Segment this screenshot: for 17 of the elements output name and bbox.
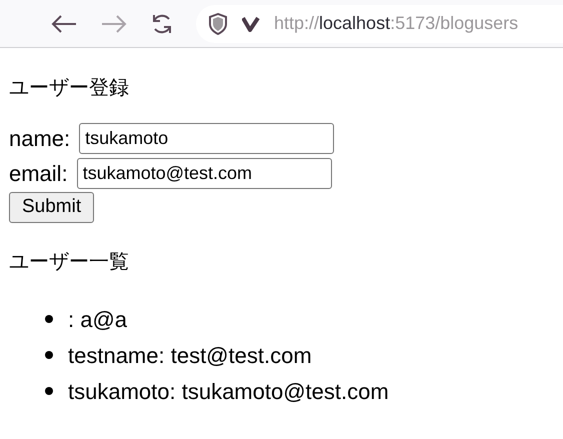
bullet-icon — [45, 387, 53, 395]
address-bar[interactable]: http://localhost:5173/blogusers — [196, 4, 563, 42]
user-entry: testname: test@test.com — [68, 342, 312, 370]
bullet-icon — [45, 351, 53, 359]
back-icon[interactable] — [50, 14, 78, 34]
field-label: email: — [9, 160, 68, 188]
input-field[interactable]: tsukamoto — [79, 123, 334, 154]
register-heading: ユーザー登録 — [9, 76, 129, 101]
user-entry: : a@a — [68, 306, 128, 334]
users-heading: ユーザー一覧 — [9, 250, 129, 275]
input-field[interactable]: tsukamoto@test.com — [76, 158, 332, 189]
shield-icon — [208, 12, 228, 34]
bullet-icon — [45, 315, 53, 323]
user-entry: tsukamoto: tsukamoto@test.com — [68, 378, 389, 406]
v-logo-icon — [242, 16, 260, 32]
submit-button[interactable]: Submit — [9, 192, 94, 223]
field-label: name: — [9, 124, 70, 152]
